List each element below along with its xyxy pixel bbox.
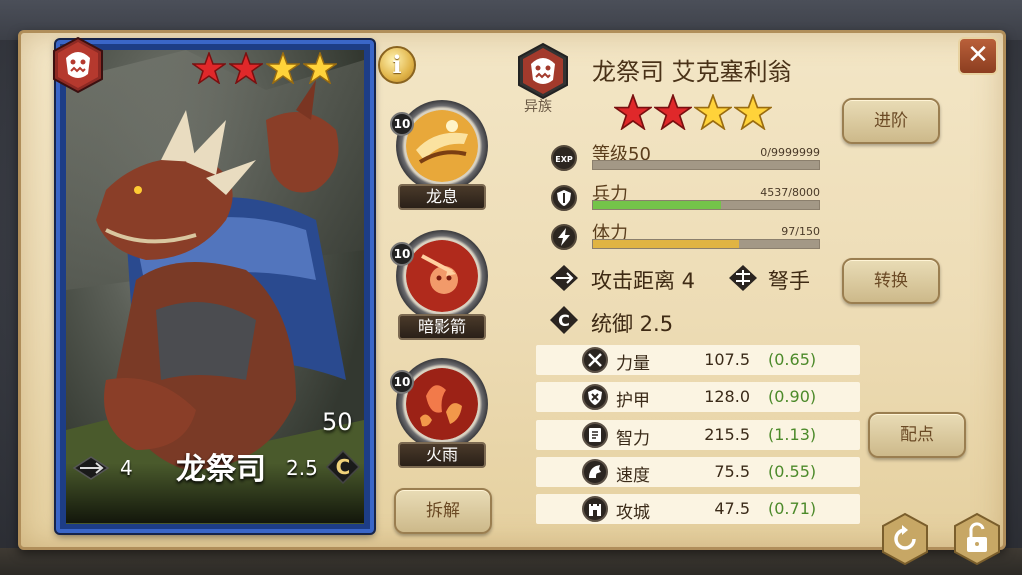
dismantle-button[interactable]: 拆解 [394,488,492,534]
card-range-value: 4 [120,456,133,480]
attribute-name: 智力 [616,429,650,449]
star-gold-icon [303,52,337,84]
exp-icon: EXP [551,145,577,171]
exp-bar [592,160,820,170]
range-icon [72,456,110,480]
svg-text:EXP: EXP [555,155,573,164]
attribute-name: 攻城 [616,503,650,523]
stamina-bar-fill [593,240,740,248]
lightning-icon [551,224,577,250]
attribute-growth: (0.71) [768,499,817,518]
svg-text:C: C [558,311,570,330]
allocate-points-button[interactable]: 配点 [868,412,966,458]
card-star-rating [192,52,337,84]
shadow-arrow-icon [406,240,478,312]
star-gold-icon [266,52,300,84]
star-red-icon [229,52,263,84]
skill-name-label: 暗影箭 [398,314,486,340]
attribute-name: 速度 [616,466,650,486]
convert-button[interactable]: 转换 [842,258,940,304]
skill-fire-rain[interactable]: 10 火雨 [390,358,494,470]
skill-name-label: 龙息 [398,184,486,210]
shield-cross-icon [582,384,608,410]
troops-bar [592,200,820,210]
crossed-swords-icon [582,347,608,373]
race-monster-icon [518,42,568,100]
skill-dragon-breath[interactable]: 10 龙息 [390,100,494,212]
book-icon [582,422,608,448]
stamina-value: 97/150 [781,225,820,238]
attribute-growth: (1.13) [768,425,817,444]
range-icon [550,265,578,291]
troops-bar-fill [593,201,722,209]
hero-star-rating [614,94,772,130]
command-icon: C [326,450,360,484]
backdrop-bottom [0,548,1022,575]
attribute-row-siege: 攻城 47.5 (0.71) [536,494,860,524]
hero-full-name: 龙祭司 艾克塞利翁 [592,58,792,86]
fire-rain-icon [406,368,478,440]
crossbow-class-icon [729,265,757,291]
attribute-value: 215.5 [704,425,750,444]
attribute-name: 护甲 [616,391,650,411]
close-button[interactable]: ✕ [958,37,998,75]
star-red-icon [654,94,692,130]
card-command-value: 2.5 [286,456,318,480]
star-red-icon [192,52,226,84]
attribute-row-armor: 护甲 128.0 (0.90) [536,382,860,412]
attribute-value: 107.5 [704,350,750,369]
castle-icon [582,496,608,522]
attribute-value: 128.0 [704,387,750,406]
skill-shadow-arrow[interactable]: 10 暗影箭 [390,230,494,342]
skill-level-badge: 10 [390,370,414,394]
info-button[interactable]: i [378,46,416,84]
skill-name-label: 火雨 [398,442,486,468]
troops-value: 4537/8000 [760,186,820,199]
attribute-name: 力量 [616,354,650,374]
star-gold-icon [694,94,732,130]
race-label: 异族 [524,99,552,115]
card-race-monster-icon [53,36,103,94]
attribute-growth: (0.55) [768,462,817,481]
attribute-value: 75.5 [714,462,750,481]
advance-button[interactable]: 进阶 [842,98,940,144]
star-red-icon [614,94,652,130]
class-label: 弩手 [768,269,810,293]
attack-range-label: 攻击距离 4 [591,269,696,293]
attribute-growth: (0.65) [768,350,817,369]
level-value: 0/9999999 [760,146,820,159]
stamina-bar [592,239,820,249]
attribute-growth: (0.90) [768,387,817,406]
attribute-row-strength: 力量 107.5 (0.65) [536,345,860,375]
star-gold-icon [734,94,772,130]
dragon-breath-icon [406,110,478,182]
horse-icon [582,459,608,485]
card-power: 50 [322,408,353,436]
refresh-icon[interactable] [880,512,930,566]
attribute-row-speed: 速度 75.5 (0.55) [536,457,860,487]
skill-level-badge: 10 [390,242,414,266]
attribute-value: 47.5 [714,499,750,518]
svg-text:C: C [336,455,351,479]
command-label: 统御 2.5 [591,312,674,336]
command-icon: C [550,306,578,334]
shield-icon [551,185,577,211]
attribute-row-intelligence: 智力 215.5 (1.13) [536,420,860,450]
unlock-icon[interactable] [952,512,1002,566]
skill-level-badge: 10 [390,112,414,136]
